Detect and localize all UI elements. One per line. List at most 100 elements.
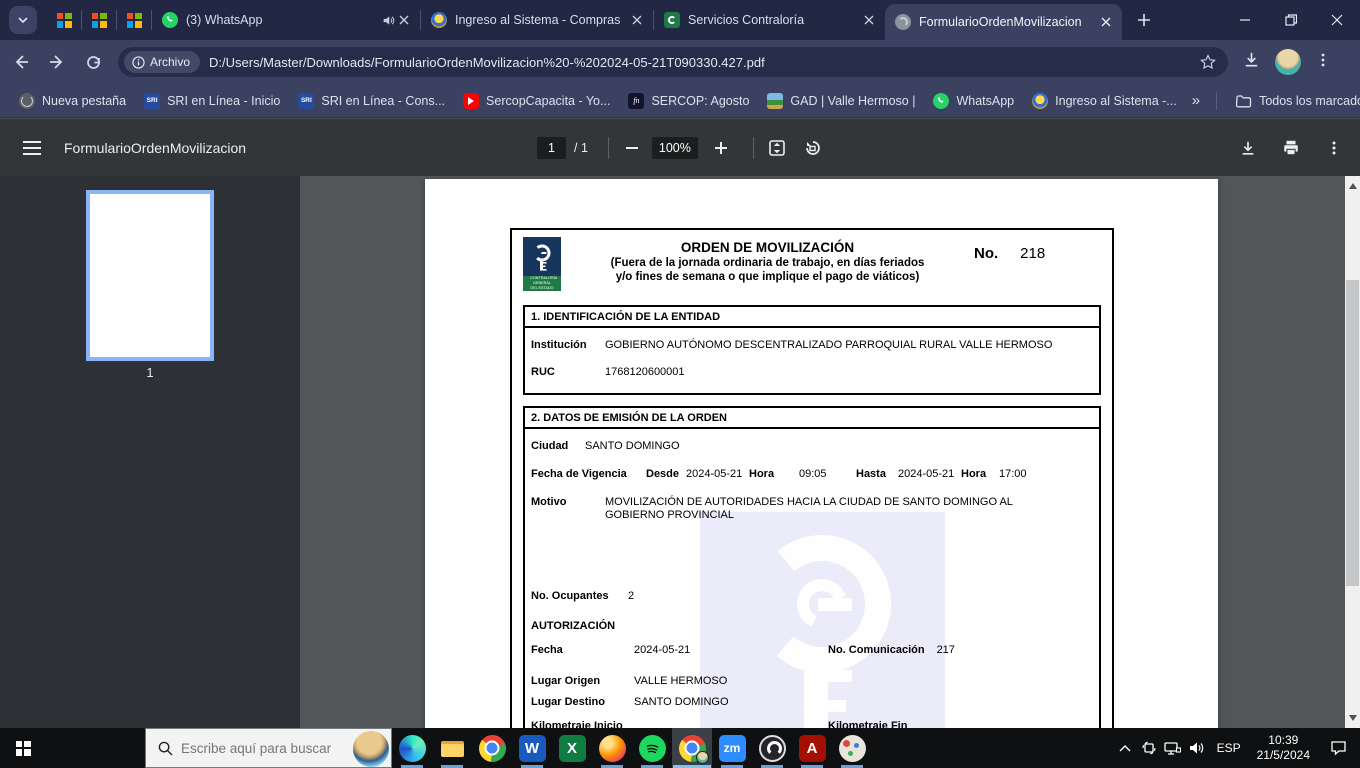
bookmark-label: SercopCapacita - Yo... <box>486 93 611 108</box>
form-subtitle-line2: y/o fines de semana o que implique el pa… <box>615 270 920 283</box>
pinned-tab-2[interactable] <box>82 0 116 40</box>
address-bar[interactable]: Archivo <box>118 47 1228 77</box>
tab-whatsapp[interactable]: (3) WhatsApp <box>152 0 420 40</box>
bookmarks-overflow-button[interactable]: » <box>1186 92 1206 109</box>
scrollbar-down-arrow[interactable] <box>1345 710 1360 726</box>
pdf-page-viewport: CONTRALORÍA GENERAL DEL ESTADO ORDEN DE … <box>300 176 1345 728</box>
whatsapp-icon <box>933 92 950 109</box>
downloads-button[interactable] <box>1242 50 1261 74</box>
chevron-down-icon <box>18 17 28 24</box>
tab-close-button[interactable] <box>1098 14 1114 30</box>
bookmark-star-button[interactable] <box>1196 50 1220 74</box>
tab-close-button[interactable] <box>861 12 877 28</box>
search-input[interactable] <box>181 740 331 756</box>
pinned-tab-3[interactable] <box>117 0 151 40</box>
tray-volume-icon[interactable] <box>1185 728 1209 768</box>
taskbar-app-excel[interactable]: X <box>552 728 592 768</box>
reload-button[interactable] <box>78 47 108 77</box>
window-close-button[interactable] <box>1314 0 1360 40</box>
tab-close-button[interactable] <box>629 12 645 28</box>
new-tab-button[interactable] <box>1130 6 1158 34</box>
bookmark-sri-consultas[interactable]: SRI SRI en Línea - Cons... <box>289 89 454 113</box>
bookmark-whatsapp[interactable]: WhatsApp <box>924 89 1023 113</box>
start-button[interactable] <box>0 728 46 768</box>
url-input[interactable] <box>209 54 1192 70</box>
tray-expand-chevron[interactable] <box>1113 728 1137 768</box>
taskbar-app-paint[interactable] <box>832 728 872 768</box>
tab-label: (3) WhatsApp <box>186 13 263 27</box>
row-vigencia: Fecha de Vigencia Desde 2024-05-21 Hora … <box>531 468 1093 480</box>
taskbar-app-firefox[interactable] <box>592 728 632 768</box>
contraloria-logo: CONTRALORÍA GENERAL DEL ESTADO <box>523 237 561 291</box>
pdf-menu-button[interactable] <box>12 128 52 168</box>
tray-language-indicator[interactable]: ESP <box>1209 741 1249 755</box>
search-highlight-image[interactable] <box>353 731 389 767</box>
taskbar-app-chrome-active[interactable] <box>672 728 712 768</box>
zoom-icon: zm <box>718 734 746 762</box>
pdf-zoom-input[interactable]: 100% <box>651 137 698 159</box>
page-thumbnail[interactable] <box>86 190 214 361</box>
pdf-download-button[interactable] <box>1236 136 1260 160</box>
bookmark-sri-inicio[interactable]: SRI SRI en Línea - Inicio <box>135 89 289 113</box>
site-info-chip[interactable]: Archivo <box>124 51 201 73</box>
profile-avatar[interactable] <box>1275 49 1301 75</box>
pinned-tab-1[interactable] <box>47 0 81 40</box>
pdf-print-button[interactable] <box>1279 136 1303 160</box>
tab-search-button[interactable] <box>9 6 37 34</box>
scrollbar-thumb[interactable] <box>1346 280 1359 586</box>
tab-close-button[interactable] <box>396 12 412 28</box>
contraloria-logo-icon <box>664 12 680 28</box>
taskbar-app-chrome[interactable] <box>472 728 512 768</box>
zoom-in-button[interactable] <box>709 136 733 160</box>
tab-formulario-pdf-active[interactable]: FormularioOrdenMovilizacion <box>885 4 1122 40</box>
fn-icon: fn <box>628 92 645 109</box>
chip-label: Archivo <box>150 55 191 69</box>
bookmark-nueva-pestana[interactable]: Nueva pestaña <box>10 89 135 113</box>
bookmark-sercopcapacita[interactable]: SercopCapacita - Yo... <box>454 89 619 113</box>
section2-title: 2. DATOS DE EMISIÓN DE LA ORDEN <box>525 408 1099 429</box>
window-controls <box>1222 0 1360 40</box>
taskbar-app-edge[interactable] <box>392 728 432 768</box>
tray-cast-icon[interactable] <box>1137 728 1161 768</box>
scrollbar-up-arrow[interactable] <box>1345 178 1360 194</box>
edge-icon <box>398 734 426 762</box>
tab-ingreso-sistema[interactable]: Ingreso al Sistema - Compras P <box>421 0 653 40</box>
zoom-out-button[interactable] <box>620 136 644 160</box>
back-button[interactable] <box>6 47 36 77</box>
taskbar-app-acrobat[interactable]: A <box>792 728 832 768</box>
taskbar-app-obs[interactable] <box>752 728 792 768</box>
bookmark-ingreso-sistema[interactable]: Ingreso al Sistema -... <box>1023 89 1186 113</box>
all-bookmarks-button[interactable]: Todos los marcadores <box>1227 90 1360 112</box>
tab-audio-icon[interactable] <box>380 12 396 28</box>
taskbar-app-zoom[interactable]: zm <box>712 728 752 768</box>
taskbar-app-word[interactable]: W <box>512 728 552 768</box>
form-number-label: No. <box>974 245 999 262</box>
rotate-button[interactable] <box>800 136 824 160</box>
taskbar-app-file-explorer[interactable] <box>432 728 472 768</box>
browser-menu-button[interactable] <box>1315 52 1331 73</box>
action-center-button[interactable] <box>1318 728 1358 768</box>
section-subtitle: AUTORIZACIÓN <box>531 620 616 632</box>
forward-button[interactable] <box>42 47 72 77</box>
section-identificacion: 1. IDENTIFICACIÓN DE LA ENTIDAD Instituc… <box>523 305 1101 395</box>
pdf-page-input[interactable]: 1 <box>537 137 566 159</box>
tray-network-icon[interactable] <box>1161 728 1185 768</box>
field-label: Motivo <box>531 496 567 508</box>
windows-start-icon <box>15 740 31 756</box>
tray-clock[interactable]: 10:39 21/5/2024 <box>1249 733 1318 763</box>
windows-logo-icon <box>56 12 72 28</box>
pdf-menu-kebab-button[interactable] <box>1322 136 1346 160</box>
window-minimize-button[interactable] <box>1222 0 1268 40</box>
bookmark-sercop-agosto[interactable]: fn SERCOP: Agosto <box>619 89 758 113</box>
taskbar-search-box[interactable] <box>145 728 392 768</box>
tab-servicios-contraloria[interactable]: Servicios Contraloría <box>654 0 885 40</box>
window-restore-button[interactable] <box>1268 0 1314 40</box>
bookmarks-bar: Nueva pestaña SRI SRI en Línea - Inicio … <box>0 84 1360 118</box>
taskbar-app-spotify[interactable] <box>632 728 672 768</box>
section1-title: 1. IDENTIFICACIÓN DE LA ENTIDAD <box>525 307 1099 328</box>
bookmark-gad-valle-hermoso[interactable]: GAD | Valle Hermoso | <box>758 89 924 113</box>
vertical-scrollbar[interactable] <box>1345 176 1360 728</box>
field-label: Desde <box>646 468 680 480</box>
fit-to-page-button[interactable] <box>765 136 789 160</box>
row-lugar-destino: Lugar Destino SANTO DOMINGO <box>531 696 1093 708</box>
